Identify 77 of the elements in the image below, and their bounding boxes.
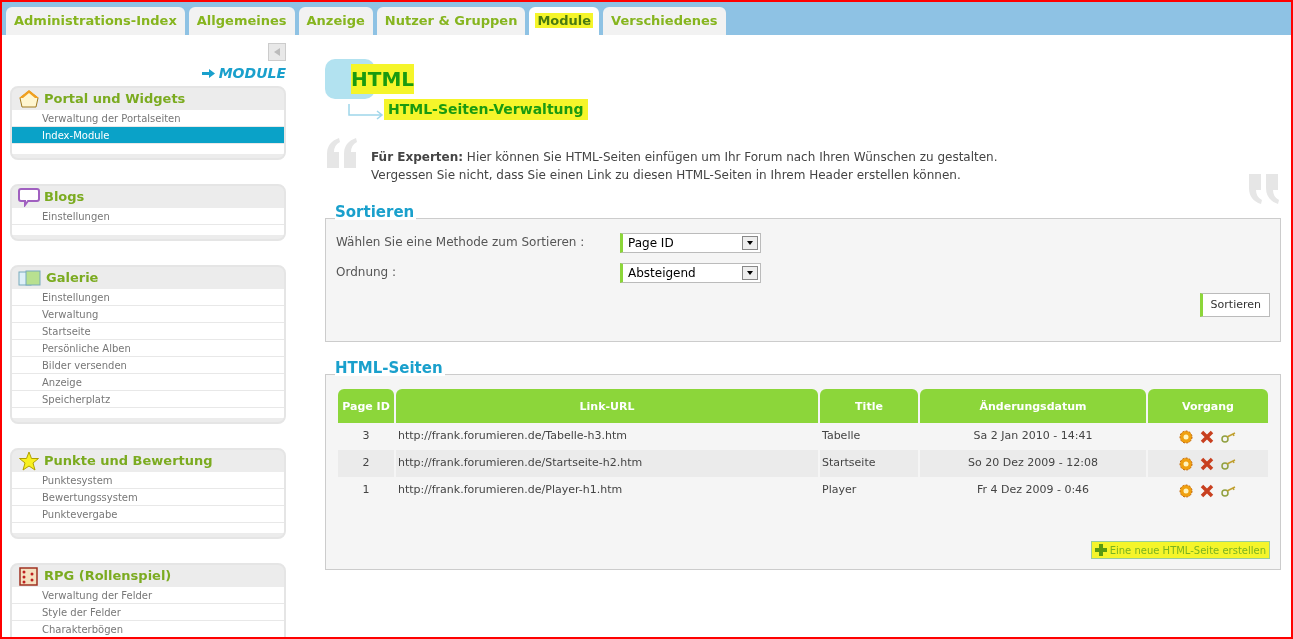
section-legend: Sortieren — [335, 204, 417, 220]
menu-item[interactable]: Index-Module — [12, 127, 284, 144]
dice-icon — [18, 566, 40, 586]
key-icon[interactable] — [1221, 484, 1237, 497]
close-quote-icon — [1247, 174, 1281, 204]
plus-icon — [1094, 544, 1107, 556]
gear-icon[interactable] — [1179, 483, 1193, 498]
field-label: Ordnung : — [336, 264, 398, 281]
table-cell-text: http://frank.forumieren.de/Startseite-h2.htm — [397, 455, 644, 472]
column-header: Link-URL — [396, 389, 818, 423]
table-cell-text: 3 — [361, 428, 371, 445]
delete-x-icon[interactable] — [1200, 429, 1214, 444]
menu-item[interactable]: Style der Felder — [12, 604, 284, 621]
section-title: MODULE — [218, 64, 286, 83]
nav-tab[interactable]: Module — [529, 7, 600, 35]
sort-dropdown[interactable]: Page ID — [620, 233, 761, 253]
gear-icon[interactable] — [1179, 429, 1193, 444]
sort-button[interactable]: Sortieren — [1199, 293, 1270, 317]
table-cell-text: http://frank.forumieren.de/Player-h1.htm — [397, 482, 624, 499]
group-title: Blogs — [44, 188, 85, 207]
menu-item[interactable]: Bilder versenden — [12, 357, 284, 374]
menu-item[interactable]: Charakterbögen — [12, 621, 284, 637]
tab-label: Nutzer & Gruppen — [383, 13, 519, 29]
column-header: Vorgang — [1148, 389, 1268, 423]
menu-item[interactable]: Bewertungssystem — [12, 489, 284, 506]
menu-item[interactable]: Anzeige — [12, 374, 284, 391]
table-cell-text: http://frank.forumieren.de/Tabelle-h3.htm — [397, 428, 628, 445]
menu-item[interactable]: Verwaltung — [12, 306, 284, 323]
table-cell-text: So 20 Dez 2009 - 12:08 — [967, 455, 1099, 472]
table-cell-text: 2 — [361, 455, 371, 472]
table-cell-text: Sa 2 Jan 2010 - 14:41 — [972, 428, 1094, 445]
house-icon — [18, 89, 40, 109]
star-icon — [18, 451, 40, 471]
section-legend: HTML-Seiten — [335, 360, 445, 376]
intro-text: Vergessen Sie nicht, dass Sie einen Link zu diesen HTML-Seiten in Ihrem Header erstellen können. — [371, 167, 962, 184]
column-header: Title — [820, 389, 918, 423]
intro-text: Für Experten: Hier können Sie HTML-Seiten einfügen um Ihr Forum nach Ihren Wünschen zu gestalten. — [371, 149, 999, 166]
key-icon[interactable] — [1221, 457, 1237, 470]
page-subtitle: HTML-Seiten-Verwaltung — [384, 99, 588, 120]
table-cell-text: Tabelle — [821, 428, 862, 445]
group-title: Galerie — [46, 269, 99, 288]
sort-dropdown[interactable]: Absteigend — [620, 263, 761, 283]
table-cell-text: Fr 4 Dez 2009 - 0:46 — [975, 482, 1091, 499]
menu-item[interactable]: Punktevergabe — [12, 506, 284, 523]
dropdown-caret-icon — [742, 236, 758, 250]
field-label: Wählen Sie eine Methode zum Sortieren : — [336, 234, 586, 251]
menu-item[interactable]: Einstellungen — [12, 289, 284, 306]
dropdown-caret-icon — [742, 266, 758, 280]
table-cell-text: 1 — [361, 482, 371, 499]
group-title: Portal und Widgets — [44, 90, 186, 109]
connector-arrow-icon — [348, 104, 384, 120]
gear-icon[interactable] — [1179, 456, 1193, 471]
menu-item[interactable]: Verwaltung der Felder — [12, 587, 284, 604]
table-cell-text: Startseite — [821, 455, 877, 472]
tab-label: Administrations-Index — [13, 13, 178, 29]
table-cell-text: Player — [821, 482, 858, 499]
left-triangle-icon — [272, 47, 282, 57]
menu-item[interactable]: Punktesystem — [12, 472, 284, 489]
menu-item[interactable]: Persönliche Alben — [12, 340, 284, 357]
delete-x-icon[interactable] — [1200, 456, 1214, 471]
group-title: Punkte und Bewertung — [44, 452, 213, 471]
photos-icon — [18, 268, 42, 288]
menu-item[interactable]: Speicherplatz — [12, 391, 284, 408]
page-title: HTML — [351, 64, 415, 94]
right-arrow-icon — [201, 69, 215, 78]
open-quote-icon — [325, 138, 359, 168]
collapse-button[interactable] — [268, 43, 286, 61]
tab-label: Verschiedenes — [610, 13, 719, 29]
column-header: Page ID — [338, 389, 394, 423]
menu-item[interactable]: Startseite — [12, 323, 284, 340]
tab-label: Anzeige — [305, 13, 366, 29]
tab-label: Allgemeines — [195, 13, 288, 29]
key-icon[interactable] — [1221, 430, 1237, 443]
tab-label: Module — [535, 13, 594, 29]
column-header: Änderungsdatum — [920, 389, 1146, 423]
group-title: RPG (Rollenspiel) — [44, 567, 172, 586]
delete-x-icon[interactable] — [1200, 483, 1214, 498]
